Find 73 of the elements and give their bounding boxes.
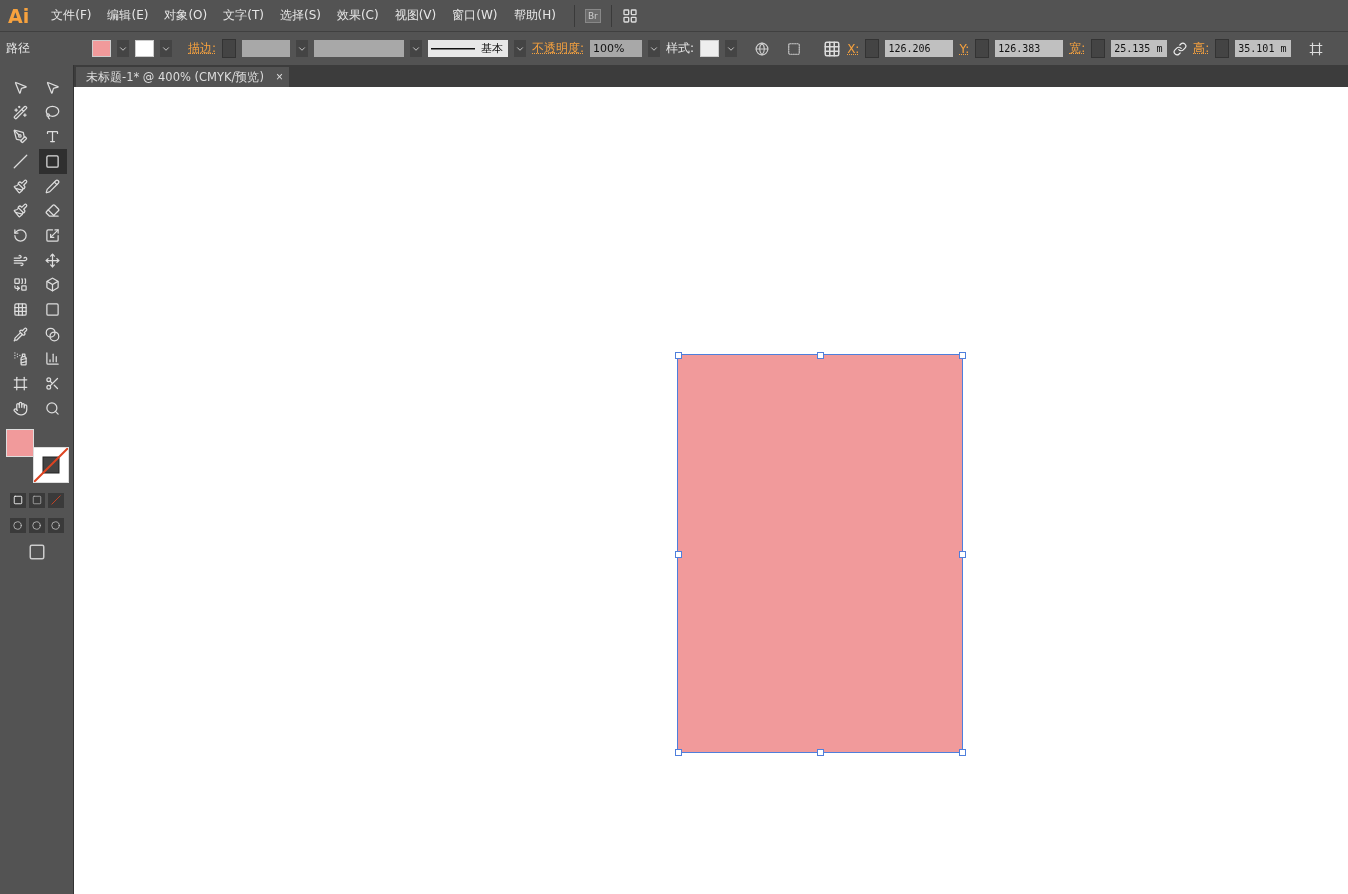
selection-handle[interactable] bbox=[675, 749, 682, 756]
eraser-tool-icon bbox=[45, 203, 60, 219]
y-field[interactable]: 126.383 bbox=[995, 40, 1064, 57]
line-icon bbox=[431, 47, 476, 50]
pencil-tool-icon bbox=[45, 178, 60, 194]
app-logo: Ai bbox=[7, 4, 31, 27]
y-label: Y: bbox=[959, 41, 970, 56]
x-label: X: bbox=[847, 41, 860, 56]
scale-tool-icon bbox=[45, 227, 60, 243]
selection-handle[interactable] bbox=[959, 749, 966, 756]
variable-width-field[interactable] bbox=[314, 40, 405, 57]
draw-inside-button[interactable] bbox=[47, 517, 64, 533]
fill-swatch[interactable] bbox=[92, 40, 111, 57]
brush-tool-icon bbox=[13, 178, 28, 194]
direct-tool-icon bbox=[45, 79, 60, 95]
menu-item[interactable]: 编辑(E) bbox=[99, 7, 157, 24]
menu-item[interactable]: 帮助(H) bbox=[505, 7, 564, 24]
stroke-none-swatch[interactable] bbox=[32, 446, 69, 483]
height-label: 高: bbox=[1193, 40, 1210, 57]
bridge-button[interactable]: Br bbox=[584, 8, 601, 23]
selection-handle[interactable] bbox=[959, 352, 966, 359]
width-label: 宽: bbox=[1069, 40, 1086, 57]
graph-tool-icon bbox=[45, 351, 60, 367]
tool-button[interactable] bbox=[38, 149, 67, 174]
draw-behind-button[interactable] bbox=[28, 517, 45, 533]
menu-item[interactable]: 视图(V) bbox=[386, 7, 445, 24]
reference-point-icon[interactable] bbox=[823, 39, 842, 58]
rectangle-tool-icon bbox=[45, 153, 60, 169]
menu-item[interactable]: 对象(O) bbox=[156, 7, 216, 24]
style-label: 样式: bbox=[666, 40, 695, 57]
rotate-tool-icon bbox=[13, 227, 28, 243]
selection-tool-icon bbox=[13, 79, 28, 95]
draw-normal-button[interactable] bbox=[9, 517, 26, 533]
selection-handle[interactable] bbox=[959, 550, 966, 558]
opacity-label[interactable]: 不透明度: bbox=[532, 40, 585, 57]
mesh-tool-icon bbox=[13, 302, 28, 318]
object-type-label: 路径 bbox=[6, 40, 31, 57]
width-field[interactable]: 25.135 m bbox=[1111, 40, 1168, 57]
workspace-layout-icon[interactable] bbox=[621, 7, 638, 24]
pen-tool-icon bbox=[13, 129, 28, 145]
height-field[interactable]: 35.101 m bbox=[1235, 40, 1292, 57]
menu-item[interactable]: 选择(S) bbox=[271, 7, 329, 24]
line-tool-icon bbox=[13, 153, 28, 169]
selection-handle[interactable] bbox=[675, 550, 682, 558]
wand-tool-icon bbox=[13, 104, 28, 120]
spray-tool-icon bbox=[13, 351, 28, 367]
document-tab[interactable]: 未标题-1* @ 400% (CMYK/预览) × bbox=[76, 67, 289, 87]
zoom-tool-icon bbox=[45, 400, 60, 416]
style-swatch[interactable] bbox=[700, 40, 720, 57]
selection-handle[interactable] bbox=[817, 749, 824, 756]
stroke-none-swatch[interactable] bbox=[135, 40, 154, 57]
menu-item[interactable]: 窗口(W) bbox=[444, 7, 506, 24]
gradient-mode-button[interactable] bbox=[28, 492, 45, 508]
link-icon[interactable] bbox=[1173, 41, 1188, 56]
hand-tool-icon bbox=[13, 400, 28, 416]
close-tab-button[interactable]: × bbox=[275, 70, 283, 84]
color-mode-button[interactable] bbox=[9, 492, 26, 508]
eyedropper-tool-icon bbox=[13, 326, 28, 342]
slice-tool-icon bbox=[45, 376, 60, 392]
stroke-weight-field[interactable] bbox=[242, 40, 291, 57]
x-field[interactable]: 126.206 bbox=[885, 40, 954, 57]
type-tool-icon bbox=[45, 129, 60, 145]
fill-color-swatch[interactable] bbox=[5, 428, 34, 457]
opacity-field[interactable]: 100% bbox=[590, 40, 643, 57]
stroke-label[interactable]: 描边: bbox=[188, 40, 217, 57]
menu-item[interactable]: 文字(T) bbox=[215, 7, 272, 24]
menu-item[interactable]: 文件(F) bbox=[43, 7, 100, 24]
menu-item[interactable]: 效果(C) bbox=[328, 7, 387, 24]
lasso-tool-icon bbox=[45, 104, 60, 120]
selection-handle[interactable] bbox=[675, 352, 682, 359]
stroke-style-field[interactable]: 基本 bbox=[428, 40, 509, 57]
selection-handle[interactable] bbox=[817, 352, 824, 359]
blend-tool-icon bbox=[45, 326, 60, 342]
